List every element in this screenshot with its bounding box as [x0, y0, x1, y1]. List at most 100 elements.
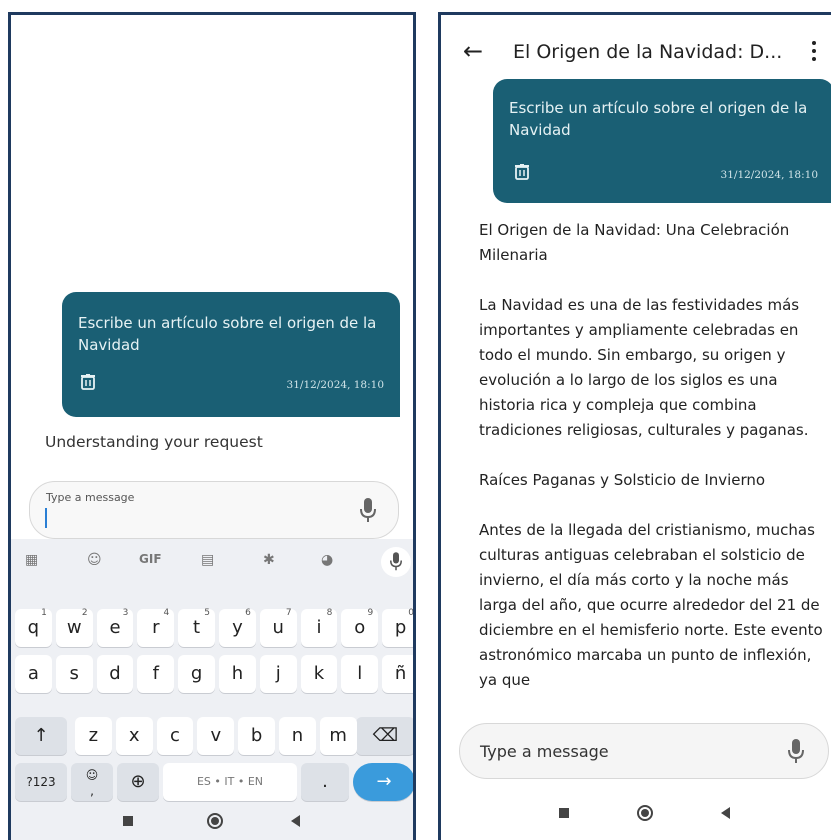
- mic-icon[interactable]: [360, 498, 376, 524]
- right-phone-screen: ← El Origen de la Navidad: D... Escribe …: [438, 12, 831, 840]
- key-hint: 6: [245, 608, 251, 618]
- message-input[interactable]: Type a message: [459, 723, 829, 779]
- key-f[interactable]: f: [137, 655, 175, 693]
- key-k[interactable]: k: [300, 655, 338, 693]
- key-n[interactable]: n: [279, 717, 316, 755]
- globe-icon[interactable]: ⊕: [117, 763, 159, 801]
- clipboard-icon[interactable]: ▤: [201, 552, 214, 568]
- message-timestamp: 31/12/2024, 18:10: [720, 169, 818, 181]
- key-w[interactable]: w2: [55, 608, 93, 647]
- key-z[interactable]: z: [75, 717, 112, 755]
- home-circle-icon[interactable]: [637, 805, 653, 821]
- key-r[interactable]: r4: [137, 608, 175, 647]
- sticker-icon[interactable]: ☺: [87, 552, 102, 568]
- key-c[interactable]: c: [156, 717, 194, 755]
- key-label: q: [27, 617, 40, 638]
- key-label: k: [313, 663, 325, 684]
- input-placeholder: Type a message: [480, 742, 609, 761]
- key-label: f: [152, 663, 159, 684]
- text-caret: [45, 508, 47, 528]
- page-title: El Origen de la Navidad: D...: [513, 41, 783, 63]
- key-label: g: [190, 663, 203, 684]
- key-label: y: [232, 617, 243, 638]
- key-l[interactable]: l: [341, 655, 379, 693]
- symbols-key[interactable]: ?123: [15, 763, 67, 801]
- keyboard-mic-button[interactable]: [381, 547, 411, 577]
- key-label: h: [231, 663, 244, 684]
- recents-square-icon[interactable]: [559, 808, 569, 818]
- key-b[interactable]: b: [238, 717, 275, 755]
- article-paragraph: Antes de la llegada del cristianismo, mu…: [479, 521, 823, 689]
- key-hint: 7: [285, 608, 292, 618]
- key-a[interactable]: a: [15, 655, 52, 693]
- key-m[interactable]: m: [319, 717, 357, 755]
- left-phone-screen: Escribe un artículo sobre el origen de l…: [8, 12, 416, 840]
- back-triangle-icon[interactable]: [291, 815, 300, 827]
- key-label: l: [357, 663, 363, 684]
- comma-label: ,: [90, 784, 94, 798]
- enter-key[interactable]: →: [353, 763, 413, 801]
- key-j[interactable]: j: [259, 655, 297, 693]
- key-hint: 5: [204, 608, 210, 618]
- key-hint: 2: [81, 608, 88, 618]
- back-arrow-icon[interactable]: ←: [463, 39, 483, 63]
- key-label: s: [69, 663, 79, 684]
- period-key[interactable]: .: [301, 763, 349, 801]
- key-label: w: [66, 617, 82, 638]
- gif-button[interactable]: GIF: [139, 552, 162, 566]
- key-ñ[interactable]: ñ: [382, 655, 413, 693]
- message-text: Escribe un artículo sobre el origen de l…: [509, 99, 808, 139]
- key-label: m: [329, 725, 347, 746]
- key-i[interactable]: i8: [300, 608, 338, 647]
- trash-icon[interactable]: [81, 374, 95, 390]
- home-circle-icon[interactable]: [207, 813, 223, 829]
- key-label: o: [354, 617, 366, 638]
- key-p[interactable]: p0: [382, 608, 414, 647]
- key-x[interactable]: x: [115, 717, 153, 755]
- system-nav-bar: [441, 788, 831, 840]
- key-u[interactable]: u7: [259, 608, 297, 647]
- user-message-bubble: Escribe un artículo sobre el origen de l…: [493, 79, 831, 203]
- system-nav-bar: [11, 799, 413, 840]
- status-text: Understanding your request: [45, 433, 263, 451]
- input-placeholder: Type a message: [46, 491, 135, 504]
- article-heading: El Origen de la Navidad: Una Celebración…: [479, 221, 790, 264]
- emoji-comma-key[interactable]: ☺,: [71, 763, 113, 801]
- key-o[interactable]: o9: [341, 608, 379, 647]
- key-s[interactable]: s: [55, 655, 93, 693]
- palette-icon[interactable]: ◕: [321, 552, 333, 568]
- key-label: a: [27, 663, 39, 684]
- trash-icon[interactable]: [515, 164, 529, 180]
- message-input[interactable]: Type a message: [29, 481, 399, 539]
- key-label: c: [170, 725, 180, 746]
- key-d[interactable]: d: [96, 655, 134, 693]
- key-hint: 0: [408, 608, 414, 618]
- key-v[interactable]: v: [197, 717, 235, 755]
- key-y[interactable]: y6: [219, 608, 256, 647]
- key-hint: 8: [326, 608, 333, 618]
- mic-icon[interactable]: [788, 739, 804, 765]
- key-e[interactable]: e3: [96, 608, 134, 647]
- user-message-bubble: Escribe un artículo sobre el origen de l…: [62, 292, 400, 417]
- apps-grid-icon[interactable]: ▦: [25, 552, 38, 568]
- back-triangle-icon[interactable]: [721, 807, 730, 819]
- key-label: e: [109, 617, 121, 638]
- key-h[interactable]: h: [219, 655, 256, 693]
- key-label: p: [394, 617, 407, 638]
- space-key[interactable]: ES • IT • EN: [163, 763, 297, 801]
- key-hint: 9: [367, 608, 374, 618]
- shift-key[interactable]: ↑: [15, 717, 67, 755]
- key-hint: 3: [122, 608, 129, 618]
- key-hint: 4: [163, 608, 170, 618]
- emoji-icon: ☺: [85, 768, 99, 782]
- backspace-key[interactable]: ⌫: [356, 717, 413, 755]
- recents-square-icon[interactable]: [123, 816, 133, 826]
- key-q[interactable]: q1: [15, 608, 52, 647]
- key-label: u: [272, 617, 284, 638]
- gear-icon[interactable]: ✱: [263, 552, 275, 568]
- key-g[interactable]: g: [178, 655, 215, 693]
- key-t[interactable]: t5: [178, 608, 215, 647]
- key-label: j: [275, 663, 281, 684]
- key-label: b: [250, 725, 263, 746]
- more-vert-icon[interactable]: [811, 41, 817, 63]
